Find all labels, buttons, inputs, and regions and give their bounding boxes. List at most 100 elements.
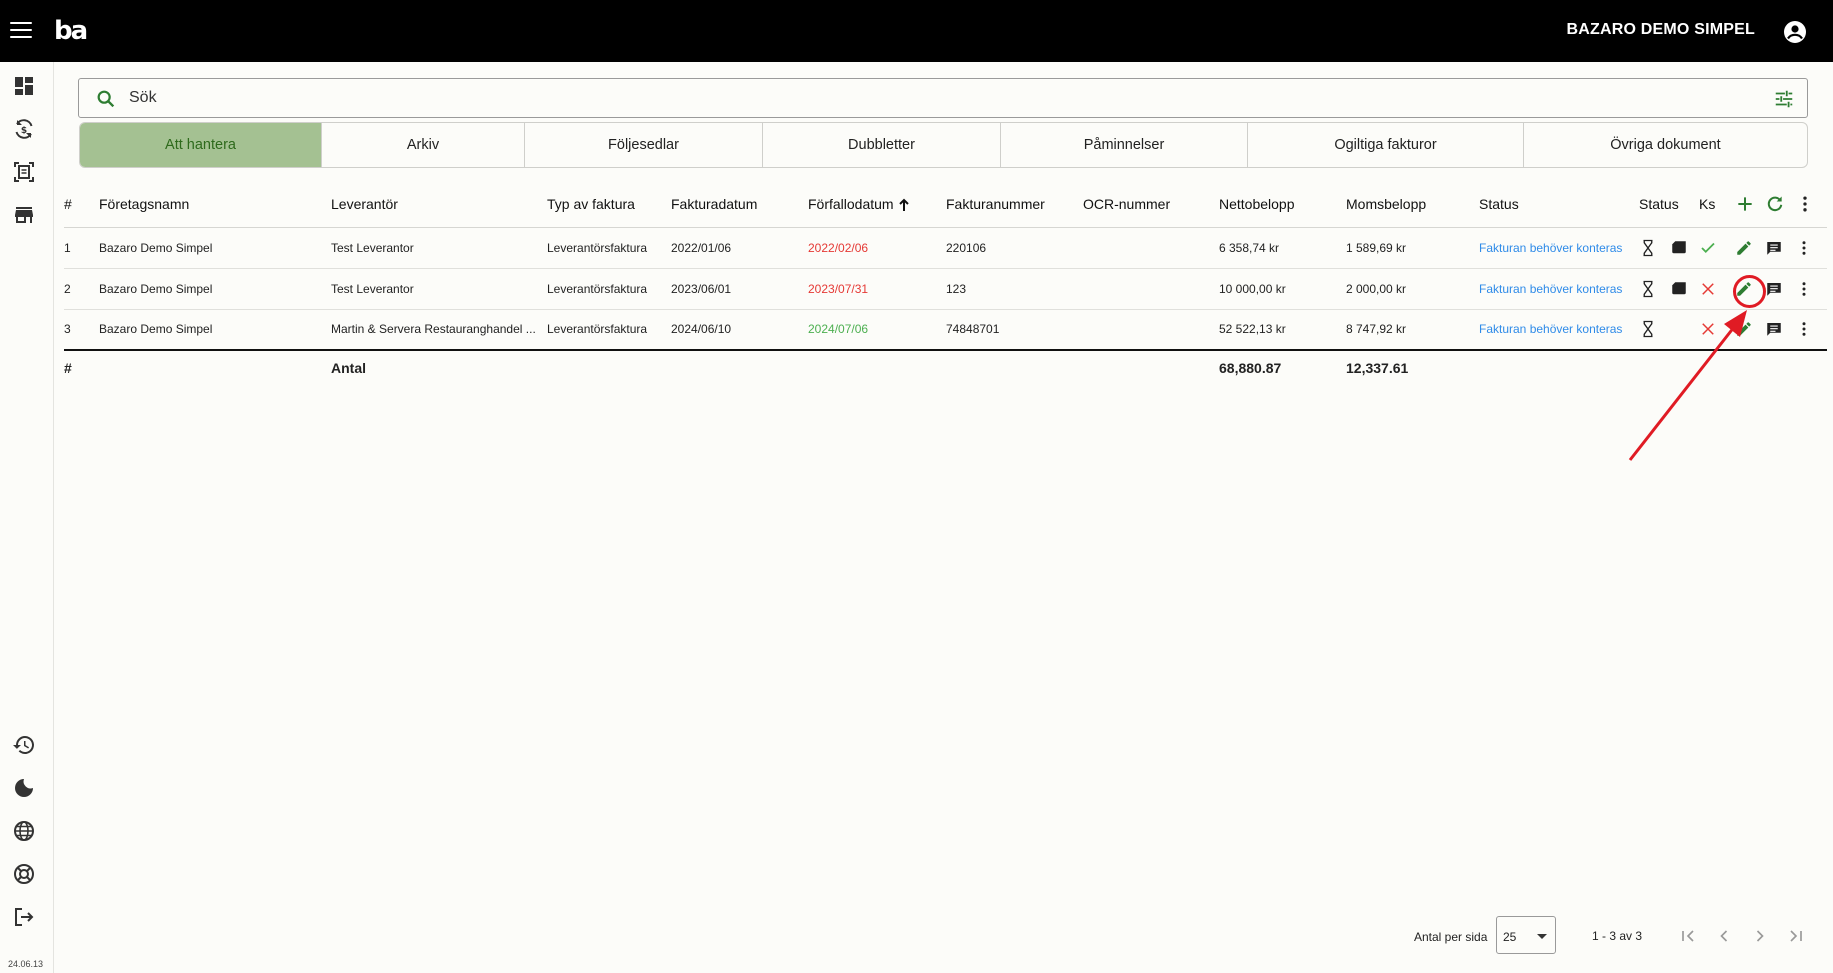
row-net: 52 522,13 kr <box>1219 309 1346 351</box>
edit-pencil-icon[interactable] <box>1735 239 1753 257</box>
search-input[interactable] <box>129 85 1729 111</box>
row-num: 1 <box>64 227 99 269</box>
totals-vat: 12,337.61 <box>1346 349 1479 385</box>
row-type: Leverantörsfaktura <box>547 309 671 351</box>
currency-exchange-icon[interactable]: $ <box>12 117 36 141</box>
row-ocr <box>1083 268 1219 310</box>
tab-foljesedlar[interactable]: Följesedlar <box>525 123 763 167</box>
tab-att-hantera[interactable]: Att hantera <box>80 123 322 167</box>
row-vat: 8 747,92 kr <box>1346 309 1479 351</box>
filter-tabs: Att hantera Arkiv Följesedlar Dubbletter… <box>79 122 1808 168</box>
row-more-icon[interactable] <box>1795 239 1813 257</box>
row-status-link[interactable]: Fakturan behöver konteras <box>1479 238 1639 258</box>
logout-icon[interactable] <box>12 905 36 929</box>
tab-arkiv[interactable]: Arkiv <box>322 123 525 167</box>
row-vat: 2 000,00 kr <box>1346 268 1479 310</box>
search-icon <box>97 90 115 108</box>
prev-page-icon[interactable] <box>1714 926 1734 946</box>
col-supplier[interactable]: Leverantör <box>331 182 547 228</box>
tab-paminnelser[interactable]: Påminnelser <box>1001 123 1248 167</box>
comment-icon[interactable] <box>1765 239 1783 257</box>
row-vat: 1 589,69 kr <box>1346 227 1479 269</box>
per-page-label: Antal per sida <box>1414 930 1488 944</box>
page-range: 1 - 3 av 3 <box>1592 929 1643 943</box>
dark-mode-icon[interactable] <box>12 776 36 800</box>
more-vert-icon[interactable] <box>1795 194 1815 214</box>
row-invoice-number: 123 <box>946 268 1083 310</box>
row-status-link[interactable]: Fakturan behöver konteras <box>1479 319 1639 339</box>
row-num: 2 <box>64 268 99 310</box>
tab-dubbletter[interactable]: Dubbletter <box>763 123 1001 167</box>
row-net: 6 358,74 kr <box>1219 227 1346 269</box>
chevron-down-icon <box>1537 934 1547 939</box>
row-company: Bazaro Demo Simpel <box>99 309 331 351</box>
row-more-icon[interactable] <box>1795 320 1813 338</box>
col-invoice-date[interactable]: Fakturadatum <box>671 182 808 228</box>
col-status[interactable]: Status <box>1479 182 1639 228</box>
history-icon[interactable] <box>12 733 36 757</box>
row-invoice-number: 74848701 <box>946 309 1083 351</box>
document-icon[interactable] <box>1670 239 1688 257</box>
svg-text:$: $ <box>21 126 27 136</box>
col-status-icons: Status <box>1639 182 1699 228</box>
comment-icon[interactable] <box>1765 320 1783 338</box>
row-status-link[interactable]: Fakturan behöver konteras <box>1479 279 1639 299</box>
row-company: Bazaro Demo Simpel <box>99 268 331 310</box>
tab-ovriga-dokument[interactable]: Övriga dokument <box>1524 123 1807 167</box>
col-invoice-number[interactable]: Fakturanummer <box>946 182 1083 228</box>
row-invoice-date: 2024/06/10 <box>671 309 808 351</box>
row-invoice-number: 220106 <box>946 227 1083 269</box>
document-scanner-icon[interactable] <box>12 160 36 184</box>
row-invoice-date: 2023/06/01 <box>671 268 808 310</box>
refresh-icon[interactable] <box>1765 194 1785 214</box>
col-due-date-label: Förfallodatum <box>808 196 894 213</box>
row-due-date: 2022/02/06 <box>808 227 946 269</box>
filter-settings-icon[interactable] <box>1773 88 1795 110</box>
document-icon[interactable] <box>1670 280 1688 298</box>
row-due-date: 2023/07/31 <box>808 268 946 310</box>
pagination: Antal per sida 25 1 - 3 av 3 <box>1400 916 1830 956</box>
col-vat[interactable]: Momsbelopp <box>1346 182 1479 228</box>
col-net[interactable]: Nettobelopp <box>1219 182 1346 228</box>
row-type: Leverantörsfaktura <box>547 268 671 310</box>
store-icon[interactable] <box>12 203 36 227</box>
col-type[interactable]: Typ av faktura <box>547 182 671 228</box>
row-due-date: 2024/07/06 <box>808 309 946 351</box>
row-num: 3 <box>64 309 99 351</box>
col-ks: Ks <box>1699 182 1735 228</box>
col-ocr[interactable]: OCR-nummer <box>1083 182 1219 228</box>
col-due-date[interactable]: Förfallodatum <box>808 182 946 228</box>
totals-label: Antal <box>331 349 547 385</box>
table-row[interactable]: 3 Bazaro Demo Simpel Martin & Servera Re… <box>64 309 1827 351</box>
dashboard-icon[interactable] <box>12 74 36 98</box>
add-icon[interactable] <box>1735 194 1755 214</box>
sort-ascending-icon[interactable] <box>898 198 910 212</box>
menu-icon[interactable] <box>10 19 32 41</box>
per-page-select[interactable]: 25 <box>1496 916 1556 954</box>
col-company[interactable]: Företagsnamn <box>99 182 331 228</box>
row-company: Bazaro Demo Simpel <box>99 227 331 269</box>
table-row[interactable]: 1 Bazaro Demo Simpel Test Leverantor Lev… <box>64 227 1827 269</box>
table-row[interactable]: 2 Bazaro Demo Simpel Test Leverantor Lev… <box>64 268 1827 310</box>
account-circle-icon[interactable] <box>1783 20 1807 44</box>
per-page-value: 25 <box>1503 930 1517 944</box>
row-type: Leverantörsfaktura <box>547 227 671 269</box>
tab-ogiltiga-fakturor[interactable]: Ogiltiga fakturor <box>1248 123 1524 167</box>
close-icon <box>1702 282 1714 295</box>
first-page-icon[interactable] <box>1678 926 1698 946</box>
company-name: BAZARO DEMO SIMPEL <box>1566 21 1755 38</box>
annotation-arrow <box>1628 310 1747 461</box>
language-icon[interactable] <box>12 819 36 843</box>
row-more-icon[interactable] <box>1795 280 1813 298</box>
totals-row: # Antal 68,880.87 12,337.61 <box>64 349 1827 385</box>
last-page-icon[interactable] <box>1786 926 1806 946</box>
app-logo[interactable]: ba <box>54 16 88 46</box>
totals-net: 68,880.87 <box>1219 349 1346 385</box>
support-icon[interactable] <box>12 862 36 886</box>
hourglass-icon <box>1643 280 1653 297</box>
comment-icon[interactable] <box>1765 280 1783 298</box>
next-page-icon[interactable] <box>1750 926 1770 946</box>
col-num: # <box>64 182 99 228</box>
table-header-row: # Företagsnamn Leverantör Typ av faktura… <box>64 182 1827 228</box>
row-net: 10 000,00 kr <box>1219 268 1346 310</box>
